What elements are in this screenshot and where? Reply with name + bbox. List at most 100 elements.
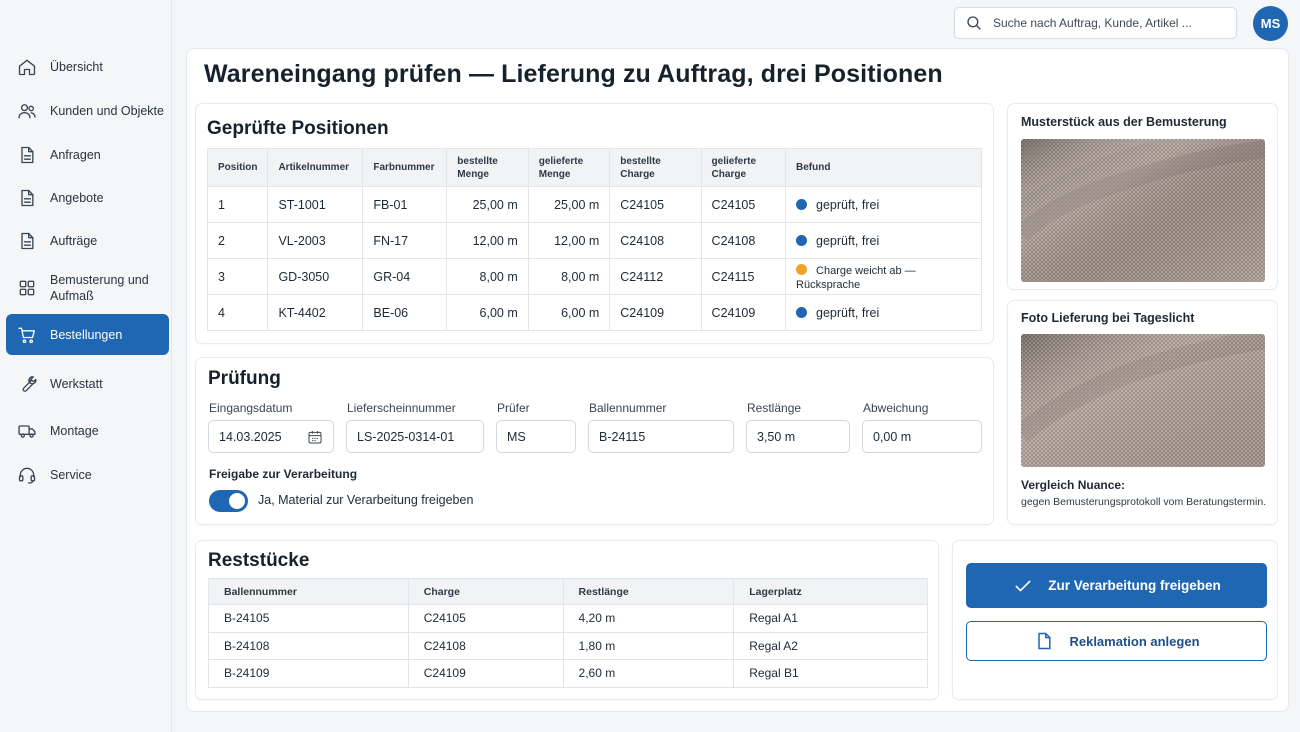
truck-icon xyxy=(16,420,38,442)
muster-photo[interactable] xyxy=(1021,139,1265,282)
cell-bestellt-menge: 8,00 m xyxy=(446,258,529,295)
col-befund: Befund xyxy=(785,148,982,187)
table-row[interactable]: 2 VL-2003 FN-17 12,00 m 12,00 m C24108 C… xyxy=(206,222,982,259)
cell-bestellt-charge: C24109 xyxy=(609,294,702,331)
cell-geliefert-menge: 25,00 m xyxy=(527,186,611,223)
table-header-row: Ballennummer Charge Restlänge Lagerplatz xyxy=(208,578,928,605)
sidebar-item-auftraege[interactable]: Aufträge xyxy=(6,224,169,258)
reklamation-button[interactable]: Reklamation anlegen xyxy=(966,621,1267,661)
freigabe-toggle-label[interactable]: Ja, Material zur Verarbeitung freigeben xyxy=(258,493,473,507)
cell-geliefert-charge: C24115 xyxy=(700,258,787,295)
cell-restlaenge: 4,20 m xyxy=(562,604,735,633)
table-row[interactable]: B-24108 C24108 1,80 m Regal A2 xyxy=(208,631,928,660)
cell-position: 4 xyxy=(206,294,269,331)
pruefer-field[interactable]: MS xyxy=(496,420,576,453)
sidebar-item-label: Bestellungen xyxy=(50,327,123,342)
grid-icon xyxy=(16,277,38,299)
cell-bestellt-menge: 12,00 m xyxy=(446,222,529,259)
col-restlaenge: Restlänge xyxy=(562,578,735,605)
col-charge: Charge xyxy=(407,578,564,605)
cell-farbe: BE-06 xyxy=(362,294,448,331)
cart-icon xyxy=(16,324,38,346)
sidebar-item-bestellungen[interactable]: Bestellungen xyxy=(6,314,169,355)
cell-geliefert-charge: C24105 xyxy=(700,186,787,223)
cell-lager: Regal B1 xyxy=(733,659,928,688)
eingangsdatum-field[interactable]: 14.03.2025 xyxy=(208,420,334,453)
status-dot-ok xyxy=(796,198,808,210)
lieferung-photo[interactable] xyxy=(1021,334,1265,467)
eingangsdatum-value: 14.03.2025 xyxy=(219,429,282,444)
sidebar-item-angebote[interactable]: Angebote xyxy=(6,181,169,215)
befund-text: Charge weicht ab — Rücksprache xyxy=(796,264,916,291)
cell-bestellt-charge: C24112 xyxy=(609,258,702,295)
reststuecke-table: Ballennummer Charge Restlänge Lagerplatz… xyxy=(208,578,928,688)
users-icon xyxy=(16,100,38,122)
freigeben-label: Zur Verarbeitung freigeben xyxy=(1048,578,1221,593)
col-lager: Lagerplatz xyxy=(733,578,928,605)
lieferschein-field[interactable]: LS-2025-0314-01 xyxy=(346,420,484,453)
col-artikel: Artikelnummer xyxy=(267,148,364,187)
restlaenge-label: Restlänge xyxy=(747,401,802,415)
avatar[interactable]: MS xyxy=(1253,6,1288,41)
sidebar-item-anfragen[interactable]: Anfragen xyxy=(6,138,169,172)
freigeben-button[interactable]: Zur Verarbeitung freigeben xyxy=(966,563,1267,608)
sidebar-item-bemusterung[interactable]: Bemusterung und Aufmaß xyxy=(6,268,169,308)
pruefer-label: Prüfer xyxy=(497,401,530,415)
sidebar-item-uebersicht[interactable]: Übersicht xyxy=(6,50,169,84)
cell-lager: Regal A1 xyxy=(733,604,928,633)
status-dot-ok xyxy=(796,306,808,318)
cell-position: 2 xyxy=(206,222,269,259)
sidebar-item-service[interactable]: Service xyxy=(6,458,169,492)
cell-charge: C24105 xyxy=(407,604,564,633)
cell-ballen: B-24108 xyxy=(208,631,409,660)
vergleich-text: gegen Bemusterungsprotokoll vom Beratung… xyxy=(1021,496,1267,508)
table-row[interactable]: B-24109 C24109 2,60 m Regal B1 xyxy=(208,659,928,688)
status-dot-ok xyxy=(796,234,808,246)
restlaenge-field[interactable]: 3,50 m xyxy=(746,420,850,453)
cell-ballen: B-24105 xyxy=(208,604,409,633)
sidebar-item-werkstatt[interactable]: Werkstatt xyxy=(6,367,169,401)
cell-befund: Charge weicht ab — Rücksprache xyxy=(785,258,982,295)
cell-charge: C24109 xyxy=(407,659,564,688)
sidebar-item-label: Bemusterung und Aufmaß xyxy=(50,273,149,303)
cell-ballen: B-24109 xyxy=(208,659,409,688)
col-bestellt-charge: bestellte Charge xyxy=(609,148,702,187)
search-input[interactable] xyxy=(993,16,1213,30)
cell-bestellt-charge: C24105 xyxy=(609,186,702,223)
cell-position: 1 xyxy=(206,186,269,223)
sidebar-item-montage[interactable]: Montage xyxy=(6,414,169,448)
table-row[interactable]: 4 KT-4402 BE-06 6,00 m 6,00 m C24109 C24… xyxy=(206,294,982,331)
calendar-icon[interactable] xyxy=(307,429,323,445)
sidebar-item-label: Service xyxy=(50,468,92,482)
col-geliefert-menge: gelieferte Menge xyxy=(527,148,611,187)
table-row[interactable]: B-24105 C24105 4,20 m Regal A1 xyxy=(208,604,928,633)
restlaenge-value: 3,50 m xyxy=(757,429,796,444)
check-icon xyxy=(1012,575,1034,597)
cell-geliefert-menge: 12,00 m xyxy=(527,222,611,259)
cell-befund: geprüft, frei xyxy=(785,294,982,331)
cell-restlaenge: 1,80 m xyxy=(562,631,735,660)
abweichung-field[interactable]: 0,00 m xyxy=(862,420,982,453)
pruefer-value: MS xyxy=(507,429,526,444)
search-box[interactable] xyxy=(954,7,1237,39)
ballen-field[interactable]: B-24115 xyxy=(588,420,734,453)
positions-table: Position Artikelnummer Farbnummer bestel… xyxy=(206,148,982,331)
col-ballen: Ballennummer xyxy=(208,578,409,605)
col-bestellt-menge: bestellte Menge xyxy=(446,148,529,187)
freigabe-label: Freigabe zur Verarbeitung xyxy=(209,467,358,481)
toggle-knob xyxy=(229,493,245,509)
reklamation-label: Reklamation anlegen xyxy=(1069,633,1200,649)
sidebar-item-label: Angebote xyxy=(50,191,104,205)
cell-bestellt-menge: 6,00 m xyxy=(446,294,529,331)
table-header-row: Position Artikelnummer Farbnummer bestel… xyxy=(206,148,982,187)
table-row[interactable]: 3 GD-3050 GR-04 8,00 m 8,00 m C24112 C24… xyxy=(206,258,982,295)
table-row[interactable]: 1 ST-1001 FB-01 25,00 m 25,00 m C24105 C… xyxy=(206,186,982,223)
cell-restlaenge: 2,60 m xyxy=(562,659,735,688)
sidebar-item-label: Anfragen xyxy=(50,148,101,162)
cell-geliefert-charge: C24109 xyxy=(700,294,787,331)
cell-lager: Regal A2 xyxy=(733,631,928,660)
sidebar-item-kunden[interactable]: Kunden und Objekte xyxy=(6,94,169,128)
freigabe-toggle[interactable] xyxy=(209,490,248,512)
col-farbe: Farbnummer xyxy=(362,148,448,187)
cell-charge: C24108 xyxy=(407,631,564,660)
